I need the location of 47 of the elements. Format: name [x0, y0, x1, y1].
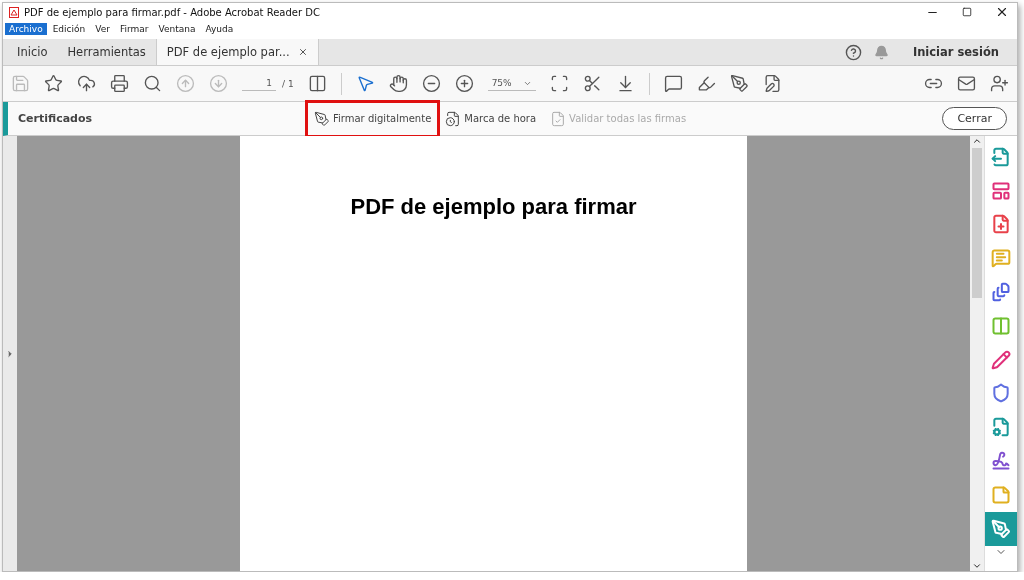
page-total: / 1: [282, 78, 294, 89]
document-check-icon: [550, 110, 567, 127]
scroll-thumb[interactable]: [972, 148, 982, 298]
toolbar-action[interactable]: Firmar digitalmente: [308, 102, 438, 135]
search-icon[interactable]: [143, 74, 162, 93]
document-clock-icon: [445, 110, 462, 127]
zoom-field[interactable]: 75%: [487, 76, 536, 91]
pdf-icon: [9, 6, 19, 18]
fit-page-icon[interactable]: [549, 74, 569, 93]
pen-nib-icon[interactable]: [729, 74, 749, 93]
scroll-up-icon[interactable]: [972, 136, 982, 146]
toolbar-action[interactable]: Marca de hora: [439, 102, 543, 135]
menu-item[interactable]: Ver: [91, 23, 114, 35]
menu-item[interactable]: Archivo: [5, 23, 47, 35]
scissors-icon[interactable]: [582, 74, 602, 93]
mail-icon[interactable]: [957, 74, 976, 93]
scroll-down-icon[interactable]: [972, 561, 982, 571]
star-icon[interactable]: [44, 74, 63, 93]
panel-title: Certificados: [17, 112, 94, 125]
pen-nib-icon: [991, 518, 1011, 539]
menu-item[interactable]: Firmar: [115, 23, 153, 35]
tab[interactable]: Herramientas: [57, 39, 156, 65]
selected-tool[interactable]: [985, 511, 1017, 546]
menu-item[interactable]: Edición: [48, 23, 90, 35]
close-icon[interactable]: [297, 47, 308, 57]
tab[interactable]: Inicio: [7, 39, 58, 65]
menu-item[interactable]: Ventana: [154, 23, 200, 35]
scrollbar[interactable]: [970, 136, 984, 571]
printer-icon[interactable]: [110, 74, 129, 93]
sign-in-link[interactable]: Iniciar sesión: [894, 39, 1017, 65]
zoom-in-icon[interactable]: [454, 74, 474, 93]
zoom-out-icon[interactable]: [421, 74, 441, 93]
pen-nib-icon: [314, 110, 330, 127]
cloud-upload-icon[interactable]: [77, 74, 96, 93]
menu-item[interactable]: Ayuda: [201, 23, 238, 35]
highlighter-icon[interactable]: [696, 74, 716, 93]
edit-document-icon[interactable]: [762, 74, 782, 93]
page-number-field[interactable]: 1: [242, 76, 276, 91]
close-button[interactable]: Cerrar: [942, 107, 1007, 130]
comment-icon[interactable]: [663, 74, 683, 93]
two-pages-icon[interactable]: [307, 74, 327, 93]
window-title: PDF de ejemplo para firmar.pdf - Adobe Acrobat Reader DC: [24, 6, 321, 18]
hand-icon[interactable]: [388, 74, 408, 93]
tab[interactable]: PDF de ejemplo par...: [155, 39, 319, 65]
add-user-icon[interactable]: [990, 74, 1009, 93]
document-heading: PDF de ejemplo para firmar: [350, 194, 637, 221]
expand-icon[interactable]: [5, 348, 15, 359]
